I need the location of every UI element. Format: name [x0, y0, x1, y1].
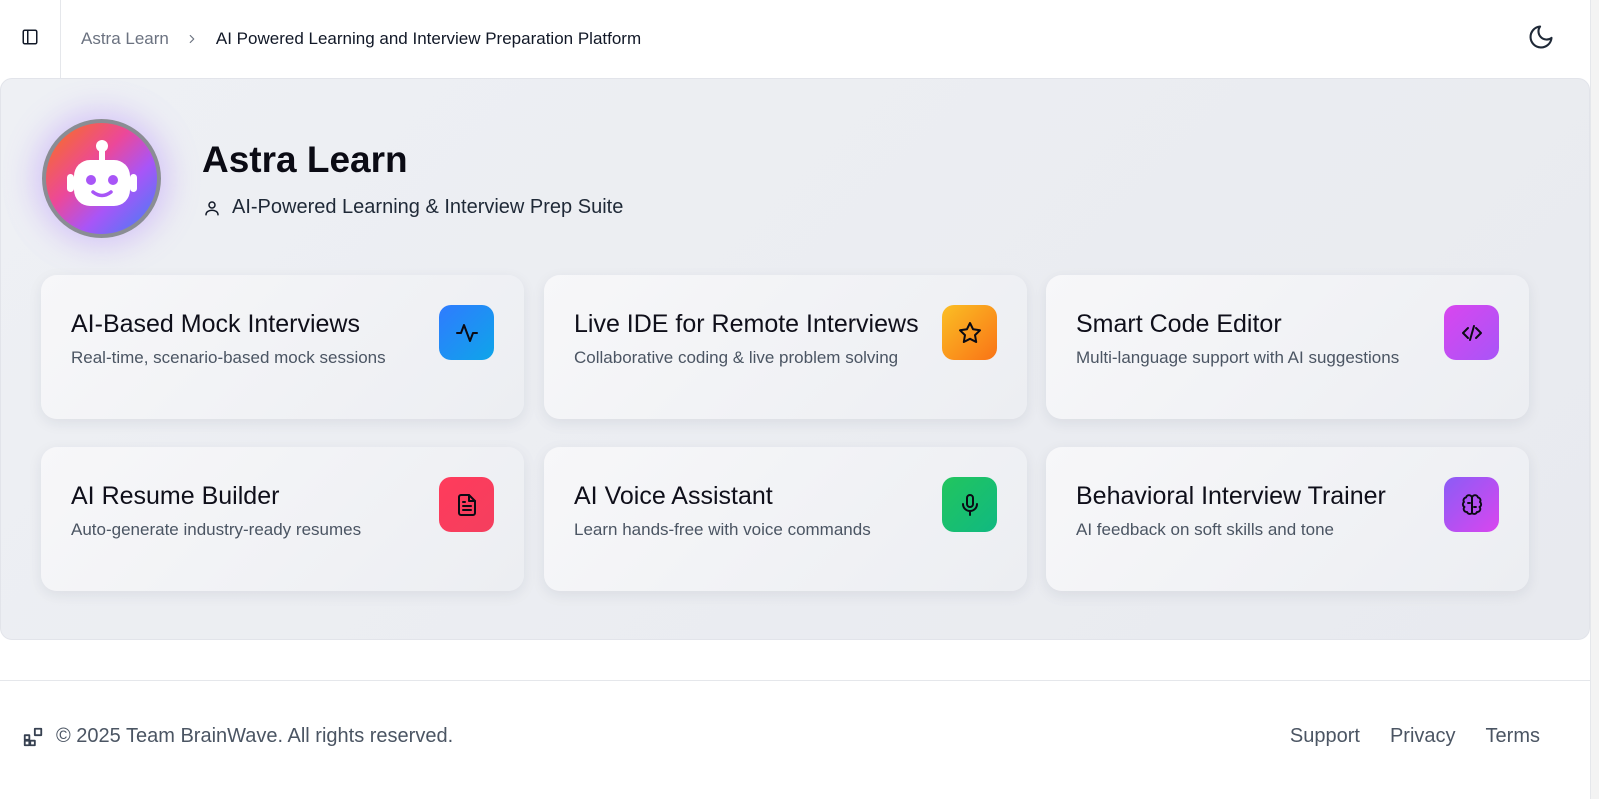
footer-divider — [0, 680, 1590, 681]
page-subtitle: AI-Powered Learning & Interview Prep Sui… — [202, 196, 623, 219]
feature-card-smart-code-editor[interactable]: Smart Code Editor Multi-language support… — [1046, 275, 1529, 419]
breadcrumb: Astra Learn AI Powered Learning and Inte… — [81, 29, 641, 49]
page-scrollbar[interactable] — [1590, 0, 1599, 799]
footer-link-support[interactable]: Support — [1290, 725, 1360, 748]
breadcrumb-root-link[interactable]: Astra Learn — [81, 29, 169, 49]
feature-card-title: Behavioral Interview Trainer — [1076, 482, 1386, 510]
feature-card-description: Real-time, scenario-based mock sessions — [71, 348, 386, 367]
feature-card-description: Multi-language support with AI suggestio… — [1076, 348, 1400, 367]
feature-card-live-ide[interactable]: Live IDE for Remote Interviews Collabora… — [544, 275, 1027, 419]
feature-card-behavioral-trainer[interactable]: Behavioral Interview Trainer AI feedback… — [1046, 447, 1529, 591]
footer-links: Support Privacy Terms — [1260, 725, 1540, 748]
breadcrumb-current-page: AI Powered Learning and Interview Prepar… — [215, 29, 642, 48]
feature-card-description: Collaborative coding & live problem solv… — [574, 348, 899, 367]
file-text-icon — [439, 477, 494, 532]
page-title: Astra Learn — [202, 139, 408, 180]
blocks-icon — [22, 726, 44, 748]
footer-link-privacy[interactable]: Privacy — [1390, 725, 1456, 748]
feature-card-title: AI-Based Mock Interviews — [71, 310, 360, 338]
copyright-text: © 2025 Team BrainWave. All rights reserv… — [56, 725, 454, 747]
code-icon — [1444, 305, 1499, 360]
brain-icon — [1444, 477, 1499, 532]
mic-icon — [942, 477, 997, 532]
user-icon — [202, 198, 222, 218]
hero-panel: Astra Learn AI-Powered Learning & Interv… — [0, 78, 1590, 640]
robot-icon — [62, 136, 142, 221]
feature-card-voice-assistant[interactable]: AI Voice Assistant Learn hands-free with… — [544, 447, 1027, 591]
top-bar: Astra Learn AI Powered Learning and Inte… — [0, 0, 1590, 78]
subtitle-text: AI-Powered Learning & Interview Prep Sui… — [232, 196, 624, 218]
theme-toggle-button[interactable] — [1526, 24, 1556, 54]
moon-icon — [1527, 23, 1555, 56]
chevron-right-icon — [185, 32, 199, 46]
feature-card-resume-builder[interactable]: AI Resume Builder Auto-generate industry… — [41, 447, 524, 591]
feature-card-mock-interviews[interactable]: AI-Based Mock Interviews Real-time, scen… — [41, 275, 524, 419]
star-icon — [942, 305, 997, 360]
activity-icon — [439, 305, 494, 360]
feature-card-description: Learn hands-free with voice commands — [574, 520, 871, 539]
robot-avatar — [42, 119, 161, 238]
feature-card-title: AI Voice Assistant — [574, 482, 773, 510]
footer-link-terms[interactable]: Terms — [1486, 725, 1540, 748]
sidebar-toggle-button[interactable] — [0, 0, 61, 78]
feature-card-title: Live IDE for Remote Interviews — [574, 310, 919, 338]
footer-copyright: © 2025 Team BrainWave. All rights reserv… — [22, 725, 453, 748]
feature-card-description: Auto-generate industry-ready resumes — [71, 520, 362, 539]
feature-card-title: AI Resume Builder — [71, 482, 280, 510]
sidebar-panel-icon — [21, 28, 39, 51]
feature-card-description: AI feedback on soft skills and tone — [1076, 520, 1334, 539]
feature-card-title: Smart Code Editor — [1076, 310, 1282, 338]
